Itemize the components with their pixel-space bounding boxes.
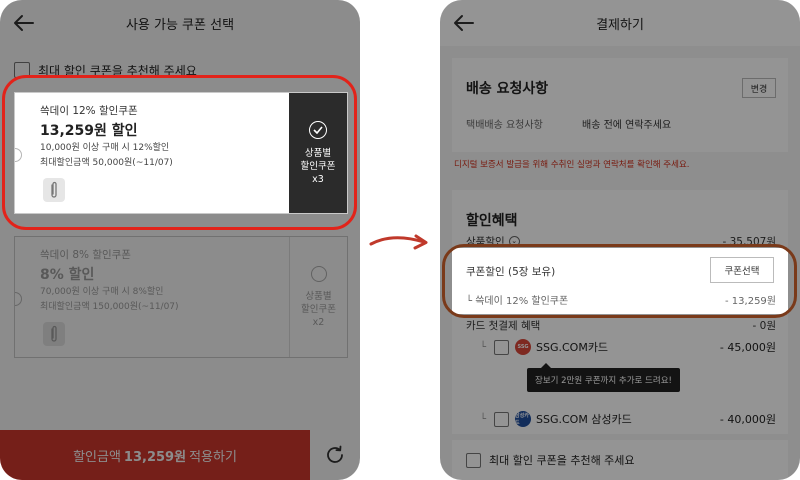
- coupon-select-screen: 사용 가능 쿠폰 선택 최대 할인 쿠폰을 추천해 주세요 쓱데이 12% 할인…: [0, 0, 360, 480]
- flow-arrow-icon: [369, 234, 428, 250]
- dim-overlay: [440, 0, 800, 248]
- dim-overlay: [0, 214, 360, 480]
- highlight-box-coupon: [2, 75, 357, 230]
- checkout-screen: 결제하기 배송 요청사항 변경 택배배송 요청사항 배송 전에 연락주세요 디지…: [440, 0, 800, 480]
- dim-overlay: [440, 314, 800, 480]
- highlight-box-coupon-discount: [442, 244, 797, 318]
